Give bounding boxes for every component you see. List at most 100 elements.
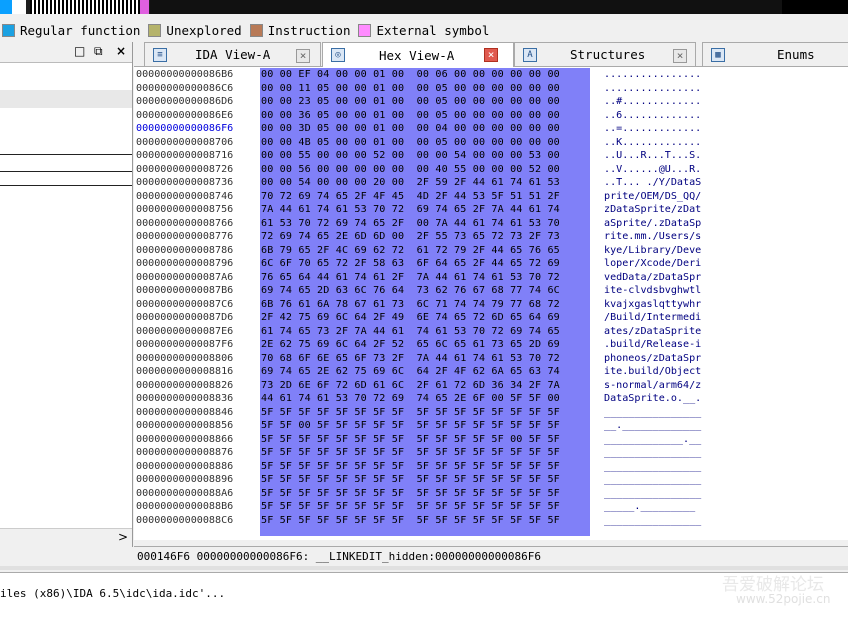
ascii-row[interactable]: loper/Xcode/Deri xyxy=(604,257,716,271)
ascii-row[interactable]: vedData/zDataSpr xyxy=(604,271,716,285)
navigation-band[interactable] xyxy=(0,0,848,14)
address-cell: 0000000000008726 xyxy=(136,163,234,175)
hex-row[interactable]: 7A 44 61 74 61 53 70 72 69 74 65 2F 7A 4… xyxy=(260,203,590,217)
hex-row[interactable]: 72 69 74 65 2E 6D 6D 00 2F 55 73 65 72 7… xyxy=(260,230,590,244)
hex-row[interactable]: 70 72 69 74 65 2F 4F 45 4D 2F 44 53 5F 5… xyxy=(260,190,590,204)
ascii-row[interactable]: kye/Library/Deve xyxy=(604,244,716,258)
ascii-row[interactable]: prite/OEM/DS_QQ/ xyxy=(604,190,716,204)
ascii-column[interactable]: ................................ ..#.....… xyxy=(604,68,716,527)
ascii-row[interactable]: __._____________ xyxy=(604,419,716,433)
tab-label: Hex View-A xyxy=(379,47,455,63)
hex-row[interactable]: 6B 79 65 2F 4C 69 62 72 61 72 79 2F 44 6… xyxy=(260,244,590,258)
ascii-row[interactable]: ________________ xyxy=(604,446,716,460)
ascii-row[interactable]: ite.build/Object xyxy=(604,365,716,379)
nav-segment-end xyxy=(782,0,848,14)
hex-row[interactable]: 61 74 65 73 2F 7A 44 61 74 61 53 70 72 6… xyxy=(260,325,590,339)
close-icon[interactable]: × xyxy=(116,44,126,58)
close-tab-icon[interactable]: × xyxy=(296,49,310,63)
ascii-row[interactable]: ..#............. xyxy=(604,95,716,109)
float-icon[interactable]: ⧉ xyxy=(94,44,103,59)
address-cell: 00000000000086D6 xyxy=(136,96,234,107)
output-window[interactable]: iles (x86)\IDA 6.5\idc\ida.idc'... xyxy=(0,572,848,618)
hex-row[interactable]: 44 61 74 61 53 70 72 69 74 65 2E 6F 00 5… xyxy=(260,392,590,406)
scroll-right-arrow-icon[interactable]: > xyxy=(118,530,128,544)
ascii-row[interactable]: ________________ xyxy=(604,460,716,474)
ascii-row[interactable]: ________________ xyxy=(604,406,716,420)
restore-icon[interactable]: □ xyxy=(74,44,85,58)
ascii-row[interactable]: _____._________ xyxy=(604,500,716,514)
ascii-row[interactable]: /Build/Intermedi xyxy=(604,311,716,325)
hex-row[interactable]: 00 00 23 05 00 00 01 00 00 05 00 00 00 0… xyxy=(260,95,590,109)
ascii-row[interactable]: .build/Release-i xyxy=(604,338,716,352)
hex-bytes-column[interactable]: 00 00 EF 04 00 00 01 00 00 06 00 00 00 0… xyxy=(260,68,590,536)
ascii-row[interactable]: aSprite/.zDataSp xyxy=(604,217,716,231)
ascii-row[interactable]: ..V......@U...R. xyxy=(604,163,716,177)
ascii-row[interactable]: rite.mm./Users/s xyxy=(604,230,716,244)
address-cell: 0000000000008816 xyxy=(136,366,234,377)
close-tab-icon[interactable]: × xyxy=(673,49,687,63)
ascii-row[interactable]: DataSprite.o.__. xyxy=(604,392,716,406)
ascii-row[interactable]: ________________ xyxy=(604,487,716,501)
functions-scrollbar[interactable]: > xyxy=(0,528,132,547)
ascii-row[interactable]: ..=............. xyxy=(604,122,716,136)
splitter[interactable] xyxy=(0,566,848,570)
hex-status-bar: 000146F6 00000000000086F6: __LINKEDIT_hi… xyxy=(134,546,848,566)
hex-row[interactable]: 6C 6F 70 65 72 2F 58 63 6F 64 65 2F 44 6… xyxy=(260,257,590,271)
ascii-row[interactable]: ................ xyxy=(604,68,716,82)
hex-row[interactable]: 00 00 54 00 00 00 20 00 2F 59 2F 44 61 7… xyxy=(260,176,590,190)
ascii-row[interactable]: ................ xyxy=(604,82,716,96)
ascii-row[interactable]: phoneos/zDataSpr xyxy=(604,352,716,366)
ascii-row[interactable]: _____________.__ xyxy=(604,433,716,447)
ascii-row[interactable]: ..K............. xyxy=(604,136,716,150)
hex-row[interactable]: 6B 76 61 6A 78 67 61 73 6C 71 74 74 79 7… xyxy=(260,298,590,312)
hex-row[interactable]: 2F 42 75 69 6C 64 2F 49 6E 74 65 72 6D 6… xyxy=(260,311,590,325)
hex-row[interactable]: 5F 5F 5F 5F 5F 5F 5F 5F 5F 5F 5F 5F 5F 5… xyxy=(260,514,590,528)
ascii-row[interactable]: ________________ xyxy=(604,473,716,487)
address-cell: 0000000000008756 xyxy=(136,204,234,215)
hex-row[interactable]: 73 2D 6E 6F 72 6D 61 6C 2F 61 72 6D 36 3… xyxy=(260,379,590,393)
ascii-row[interactable]: kvajxgaslqttywhr xyxy=(604,298,716,312)
list-divider xyxy=(0,185,132,186)
hex-row[interactable]: 00 00 56 00 00 00 00 00 00 40 55 00 00 0… xyxy=(260,163,590,177)
legend-swatch xyxy=(148,23,162,37)
tab-enums[interactable]: ▦ Enums xyxy=(702,42,848,66)
ascii-row[interactable]: s-normal/arm64/z xyxy=(604,379,716,393)
close-tab-icon[interactable]: × xyxy=(484,48,498,62)
hex-row[interactable]: 00 00 36 05 00 00 01 00 00 05 00 00 00 0… xyxy=(260,109,590,123)
hex-row[interactable]: 70 68 6F 6E 65 6F 73 2F 7A 44 61 74 61 5… xyxy=(260,352,590,366)
list-divider xyxy=(0,171,132,172)
tab-structures[interactable]: A Structures × xyxy=(514,42,696,66)
hex-row[interactable]: 76 65 64 44 61 74 61 2F 7A 44 61 74 61 5… xyxy=(260,271,590,285)
functions-panel[interactable] xyxy=(0,42,133,547)
ascii-row[interactable]: zDataSprite/zDat xyxy=(604,203,716,217)
hex-row[interactable]: 2E 62 75 69 6C 64 2F 52 65 6C 65 61 73 6… xyxy=(260,338,590,352)
ascii-row[interactable]: ..T... ./Y/DataS xyxy=(604,176,716,190)
hex-row[interactable]: 5F 5F 5F 5F 5F 5F 5F 5F 5F 5F 5F 5F 5F 5… xyxy=(260,500,590,514)
tab-ida-view-a[interactable]: ≡ IDA View-A × xyxy=(144,42,321,66)
ascii-row[interactable]: ite-clvdsbvghwtl xyxy=(604,284,716,298)
legend-label: Instruction xyxy=(267,22,351,38)
tab-hex-view-a[interactable]: ◎ Hex View-A × xyxy=(322,42,514,67)
hex-row[interactable]: 00 00 11 05 00 00 01 00 00 05 00 00 00 0… xyxy=(260,82,590,96)
ascii-row[interactable]: ..U...R...T...S. xyxy=(604,149,716,163)
hex-row[interactable]: 00 00 EF 04 00 00 01 00 00 06 00 00 00 0… xyxy=(260,68,590,82)
hex-row[interactable]: 61 53 70 72 69 74 65 2F 00 7A 44 61 74 6… xyxy=(260,217,590,231)
hex-row[interactable]: 00 00 3D 05 00 00 01 00 00 04 00 00 00 0… xyxy=(260,122,590,136)
hex-row[interactable]: 00 00 55 00 00 00 52 00 00 00 54 00 00 0… xyxy=(260,149,590,163)
address-cell: 0000000000008866 xyxy=(136,433,234,445)
ascii-row[interactable]: ates/zDataSprite xyxy=(604,325,716,339)
hex-row[interactable]: 69 74 65 2D 63 6C 76 64 73 62 76 67 68 7… xyxy=(260,284,590,298)
address-cell: 00000000000086F6 xyxy=(136,123,234,134)
ascii-row[interactable]: ________________ xyxy=(604,514,716,528)
hex-row[interactable]: 5F 5F 5F 5F 5F 5F 5F 5F 5F 5F 5F 5F 5F 5… xyxy=(260,487,590,501)
hex-row[interactable]: 5F 5F 5F 5F 5F 5F 5F 5F 5F 5F 5F 5F 5F 0… xyxy=(260,433,590,447)
function-row-selected[interactable] xyxy=(0,90,132,108)
hex-row[interactable]: 5F 5F 00 5F 5F 5F 5F 5F 5F 5F 5F 5F 5F 5… xyxy=(260,419,590,433)
hex-row[interactable]: 5F 5F 5F 5F 5F 5F 5F 5F 5F 5F 5F 5F 5F 5… xyxy=(260,446,590,460)
hex-row[interactable]: 69 74 65 2E 62 75 69 6C 64 2F 4F 62 6A 6… xyxy=(260,365,590,379)
ascii-row[interactable]: ..6............. xyxy=(604,109,716,123)
hex-row[interactable]: 00 00 4B 05 00 00 01 00 00 05 00 00 00 0… xyxy=(260,136,590,150)
hex-row[interactable]: 5F 5F 5F 5F 5F 5F 5F 5F 5F 5F 5F 5F 5F 5… xyxy=(260,406,590,420)
hex-row[interactable]: 5F 5F 5F 5F 5F 5F 5F 5F 5F 5F 5F 5F 5F 5… xyxy=(260,460,590,474)
hex-row[interactable]: 5F 5F 5F 5F 5F 5F 5F 5F 5F 5F 5F 5F 5F 5… xyxy=(260,473,590,487)
